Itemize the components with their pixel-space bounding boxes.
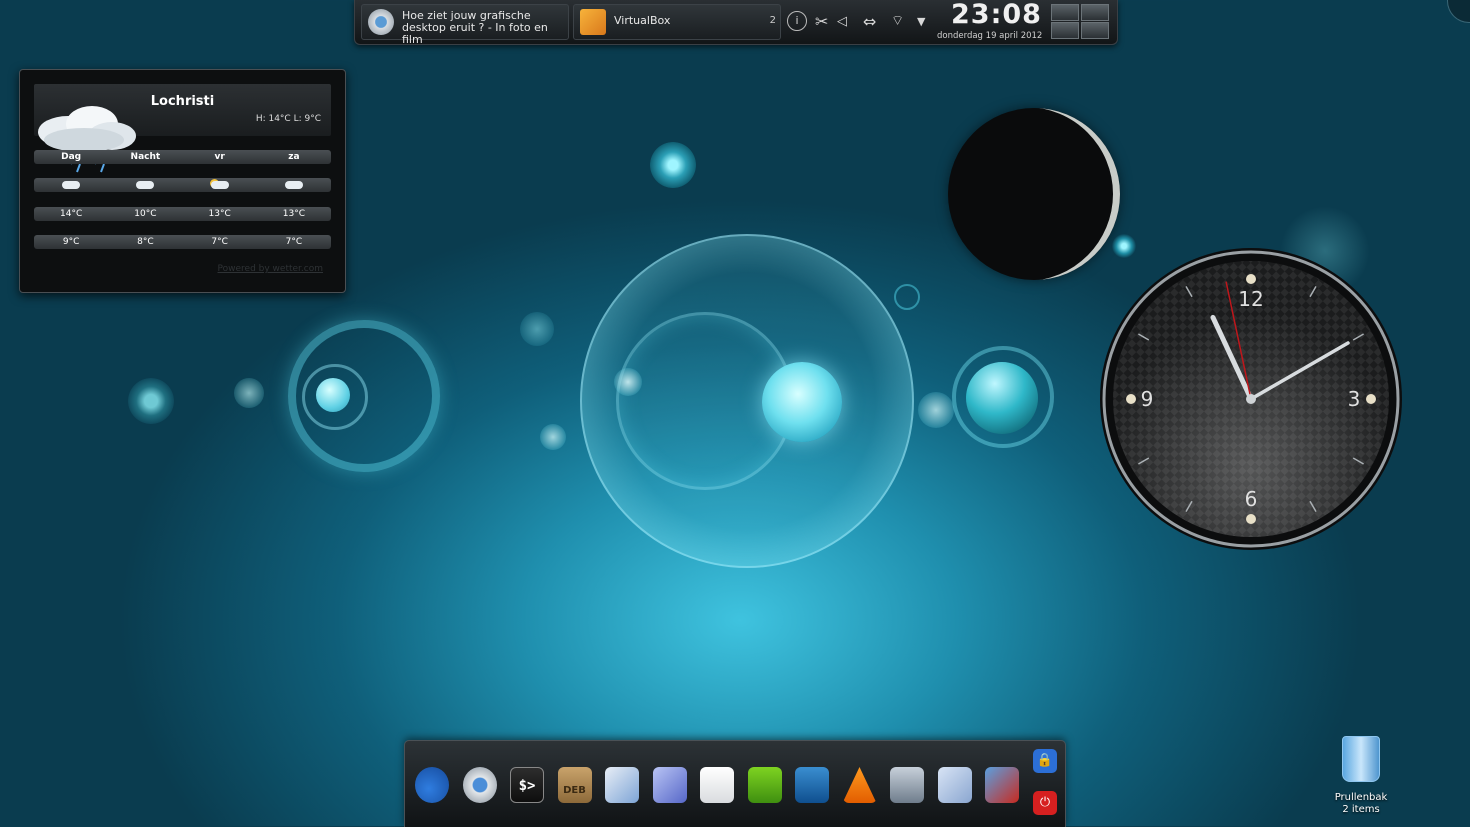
dock-item-system-monitor[interactable] <box>793 765 831 805</box>
dock: $> DEB 🔒 ⏻ <box>404 740 1066 827</box>
weather-low: 8°C <box>137 237 154 247</box>
trash-icon <box>1342 736 1380 782</box>
taskbar-item-virtualbox[interactable]: VirtualBox 2 <box>573 4 781 40</box>
small-glow-1 <box>650 142 696 188</box>
system-monitor-icon <box>795 767 829 803</box>
dock-item-disc-burner[interactable] <box>603 765 641 805</box>
cloud-icon <box>62 181 81 189</box>
dock-item-terminal[interactable]: $> <box>508 765 546 805</box>
vlc-icon <box>842 767 877 803</box>
weather-day: Dag <box>61 152 82 162</box>
mail-icon <box>937 767 972 803</box>
dock-item-document[interactable] <box>698 765 736 805</box>
cloud-icon <box>136 181 155 189</box>
dock-item-chrome[interactable] <box>461 765 499 805</box>
desktop-1[interactable] <box>1051 4 1079 21</box>
lock-button[interactable]: 🔒 <box>1033 749 1057 773</box>
weather-widget[interactable]: Lochristi H: 14°C L: 9°C Dag Nacht vr za… <box>19 69 346 293</box>
dock-item-deb-package[interactable]: DEB <box>556 765 594 805</box>
small-glow-5 <box>540 424 566 450</box>
small-glow-6 <box>520 312 554 346</box>
dock-item-speaker[interactable] <box>888 765 926 805</box>
clock-number-12: 12 <box>1238 287 1263 311</box>
volume-icon[interactable]: ◁ <box>837 14 847 29</box>
weather-high-low: H: 14°C L: 9°C <box>255 114 321 124</box>
desktop-4[interactable] <box>1081 22 1109 39</box>
speaker-icon <box>890 767 924 803</box>
panel-clock-date: donderdag 19 april 2012 <box>937 31 1043 41</box>
weather-high: 13°C <box>282 209 305 219</box>
cloud-icon <box>211 181 230 189</box>
info-icon[interactable]: i <box>787 11 807 31</box>
weather-lows-row: 9°C 8°C 7°C 7°C <box>34 235 331 249</box>
terminal-icon: $> <box>510 767 544 803</box>
cloud-icon <box>284 181 303 189</box>
disc-burner-icon <box>605 767 639 803</box>
desktop-2[interactable] <box>1081 4 1109 21</box>
wifi-icon[interactable]: ⌔ <box>891 12 904 30</box>
desktop-3[interactable] <box>1051 22 1079 39</box>
weather-day: Nacht <box>130 152 161 162</box>
dock-item-remote-desktop[interactable] <box>983 765 1021 805</box>
arrow-down-icon[interactable]: ▼ <box>917 15 925 28</box>
gnome-foot-icon <box>415 767 449 803</box>
small-glow-3 <box>234 378 264 408</box>
clock-number-6: 6 <box>1245 487 1258 511</box>
weather-days-row: Dag Nacht vr za <box>34 150 331 164</box>
teal-sphere <box>966 362 1038 434</box>
virtual-desktop-pager[interactable] <box>1051 4 1109 39</box>
dock-item-mail[interactable] <box>936 765 974 805</box>
lock-icon: 🔒 <box>1036 753 1054 768</box>
taskbar-item-label: VirtualBox <box>614 15 671 27</box>
weather-low: 7°C <box>285 237 303 247</box>
bright-sphere <box>762 362 842 442</box>
remote-desktop-icon <box>985 767 1019 803</box>
dock-item-gnome-foot[interactable] <box>413 765 451 805</box>
top-panel: Hoe ziet jouw grafische desktop eruit ? … <box>354 0 1118 46</box>
weather-low: 9°C <box>62 237 80 247</box>
dock-item-cube[interactable] <box>651 765 689 805</box>
weather-high: 10°C <box>134 209 157 219</box>
cube-icon <box>652 767 687 803</box>
moon-phase-widget <box>948 108 1120 280</box>
power-icon: ⏻ <box>1039 795 1051 810</box>
scissors-icon[interactable]: ✂ <box>815 12 828 31</box>
clock-number-9: 9 <box>1141 387 1154 411</box>
chrome-icon <box>462 767 497 803</box>
small-glow-4 <box>918 392 954 428</box>
small-glow-2 <box>128 378 174 424</box>
weather-icons-row <box>34 178 331 192</box>
power-button[interactable]: ⏻ <box>1033 791 1057 815</box>
small-glow-10 <box>614 368 642 396</box>
weather-low: 7°C <box>211 237 228 247</box>
network-icon[interactable]: ⇔ <box>863 12 876 31</box>
panel-clock-time[interactable]: 23:08 <box>951 0 1042 30</box>
ubuntu-tweak-icon <box>747 767 782 803</box>
taskbar-item-chrome[interactable]: Hoe ziet jouw grafische desktop eruit ? … <box>361 4 569 46</box>
virtualbox-icon <box>580 9 606 35</box>
clock-number-3: 3 <box>1348 387 1361 411</box>
small-ring-8 <box>894 284 920 310</box>
document-icon <box>700 767 734 803</box>
window-count-badge: 2 <box>769 15 776 26</box>
weather-day: vr <box>214 152 225 162</box>
trash-count: 2 items <box>1342 804 1380 815</box>
left-small-sphere <box>316 378 350 412</box>
dock-item-ubuntu-tweak[interactable] <box>746 765 784 805</box>
deb-package-icon: DEB <box>557 767 592 803</box>
chrome-icon <box>368 9 394 35</box>
dock-item-vlc[interactable] <box>841 765 879 805</box>
taskbar-item-label: Hoe ziet jouw grafische desktop eruit ? … <box>402 10 548 46</box>
weather-powered-link[interactable]: Powered by wetter.com <box>218 264 323 274</box>
weather-high: 14°C <box>60 209 83 219</box>
analog-clock-widget[interactable]: 12 3 6 9 <box>1098 246 1404 552</box>
trash-desktop-icon[interactable]: Prullenbak 2 items <box>1330 736 1392 816</box>
weather-day: za <box>288 152 300 162</box>
trash-label: Prullenbak <box>1334 792 1388 803</box>
weather-highs-row: 14°C 10°C 13°C 13°C <box>34 207 331 221</box>
weather-high: 13°C <box>208 209 231 219</box>
